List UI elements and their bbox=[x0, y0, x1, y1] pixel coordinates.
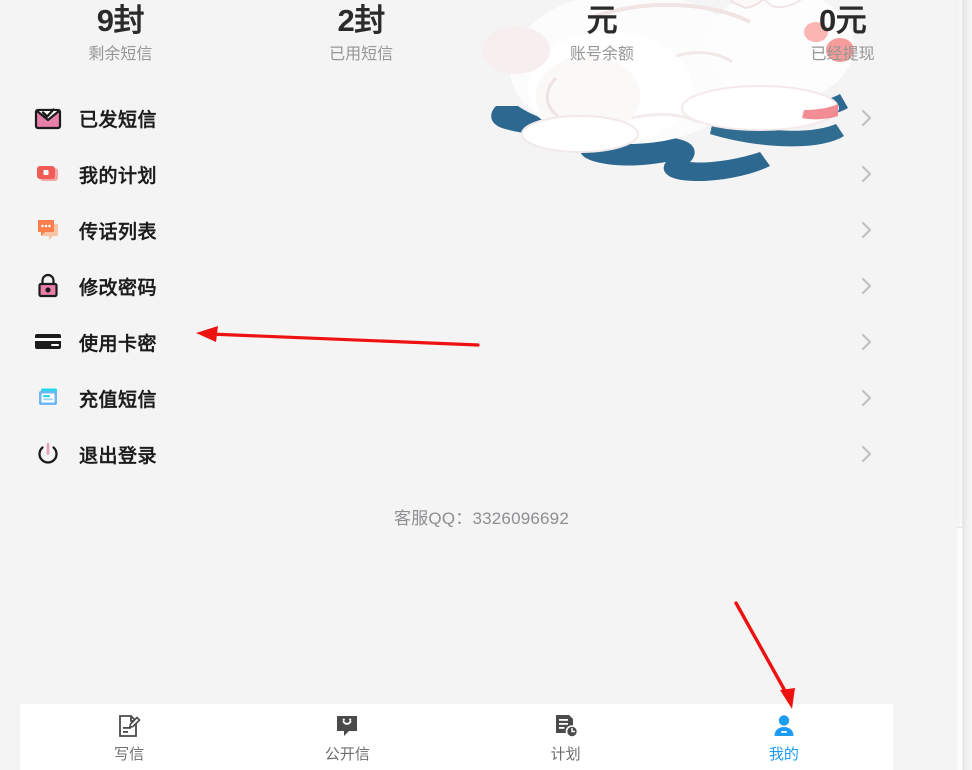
tab-label: 计划 bbox=[550, 746, 581, 763]
page-scroll-rail-lower[interactable] bbox=[957, 527, 963, 770]
compose-icon bbox=[115, 712, 143, 740]
public-letter-icon bbox=[333, 712, 361, 740]
stat-label: 账号余额 bbox=[569, 46, 634, 63]
menu-item-use-card-code[interactable]: 使用卡密 bbox=[0, 314, 963, 370]
lock-icon bbox=[33, 271, 63, 301]
chevron-right-icon[interactable] bbox=[861, 164, 873, 184]
app-root: 9封 剩余短信 2封 已用短信 元 账号余额 0元 已经提现 已发短信 我的计划… bbox=[0, 0, 972, 770]
menu-item-change-password[interactable]: 修改密码 bbox=[0, 258, 963, 314]
envelope-check-icon bbox=[33, 103, 63, 133]
tab-plan[interactable]: 计划 bbox=[457, 704, 675, 770]
tab-label: 写信 bbox=[114, 746, 145, 763]
menu-item-label: 退出登录 bbox=[79, 445, 158, 467]
account-menu-list: 已发短信 我的计划 传话列表 修改密码 使用卡密 充值短信 退出登录 bbox=[0, 90, 963, 482]
menu-item-label: 修改密码 bbox=[79, 277, 158, 299]
stat-label: 剩余短信 bbox=[88, 46, 153, 63]
tab-compose[interactable]: 写信 bbox=[20, 704, 238, 770]
plan-clock-icon bbox=[552, 712, 580, 740]
chevron-right-icon[interactable] bbox=[861, 276, 873, 296]
person-icon bbox=[770, 712, 798, 740]
tab-label: 公开信 bbox=[324, 746, 370, 763]
stats-row: 9封 剩余短信 2封 已用短信 元 账号余额 0元 已经提现 bbox=[0, 0, 963, 84]
stat-value: 9封 bbox=[96, 3, 145, 38]
stat-value: 元 bbox=[586, 3, 618, 38]
menu-item-recharge-sms[interactable]: 充值短信 bbox=[0, 370, 963, 426]
stat-used-sms: 2封 已用短信 bbox=[241, 0, 482, 84]
stat-label: 已经提现 bbox=[810, 46, 875, 63]
bottom-tab-bar: 写信 公开信 计划 我的 bbox=[20, 703, 893, 770]
menu-item-message-relay-list[interactable]: 传话列表 bbox=[0, 202, 963, 258]
tab-mine[interactable]: 我的 bbox=[675, 704, 893, 770]
menu-item-label: 传话列表 bbox=[79, 221, 158, 243]
menu-item-sent-sms[interactable]: 已发短信 bbox=[0, 90, 963, 146]
chevron-right-icon[interactable] bbox=[861, 444, 873, 464]
tab-label: 我的 bbox=[768, 746, 799, 763]
chat-bubble-icon bbox=[33, 215, 63, 245]
stat-remaining-sms: 9封 剩余短信 bbox=[0, 0, 241, 84]
chevron-right-icon[interactable] bbox=[861, 332, 873, 352]
stat-value: 0元 bbox=[819, 3, 867, 38]
power-icon bbox=[33, 439, 63, 469]
stat-withdrawn: 0元 已经提现 bbox=[722, 0, 963, 84]
stat-value: 2封 bbox=[337, 3, 386, 38]
page-right-edge bbox=[963, 0, 972, 770]
menu-item-label: 我的计划 bbox=[79, 165, 158, 187]
menu-item-label: 充值短信 bbox=[79, 389, 158, 411]
tab-public-letter[interactable]: 公开信 bbox=[238, 704, 456, 770]
support-qq-text: 客服QQ：3326096692 bbox=[394, 509, 569, 528]
stat-account-balance: 元 账号余额 bbox=[482, 0, 723, 84]
stat-label: 已用短信 bbox=[329, 46, 394, 63]
menu-item-my-plan[interactable]: 我的计划 bbox=[0, 146, 963, 202]
credit-card-icon bbox=[33, 327, 63, 357]
menu-item-logout[interactable]: 退出登录 bbox=[0, 426, 963, 482]
menu-item-label: 使用卡密 bbox=[79, 333, 158, 355]
chevron-right-icon[interactable] bbox=[861, 220, 873, 240]
chevron-right-icon[interactable] bbox=[861, 108, 873, 128]
recharge-card-icon bbox=[33, 383, 63, 413]
menu-item-label: 已发短信 bbox=[79, 109, 158, 131]
plan-card-icon bbox=[33, 159, 63, 189]
chevron-right-icon[interactable] bbox=[861, 388, 873, 408]
